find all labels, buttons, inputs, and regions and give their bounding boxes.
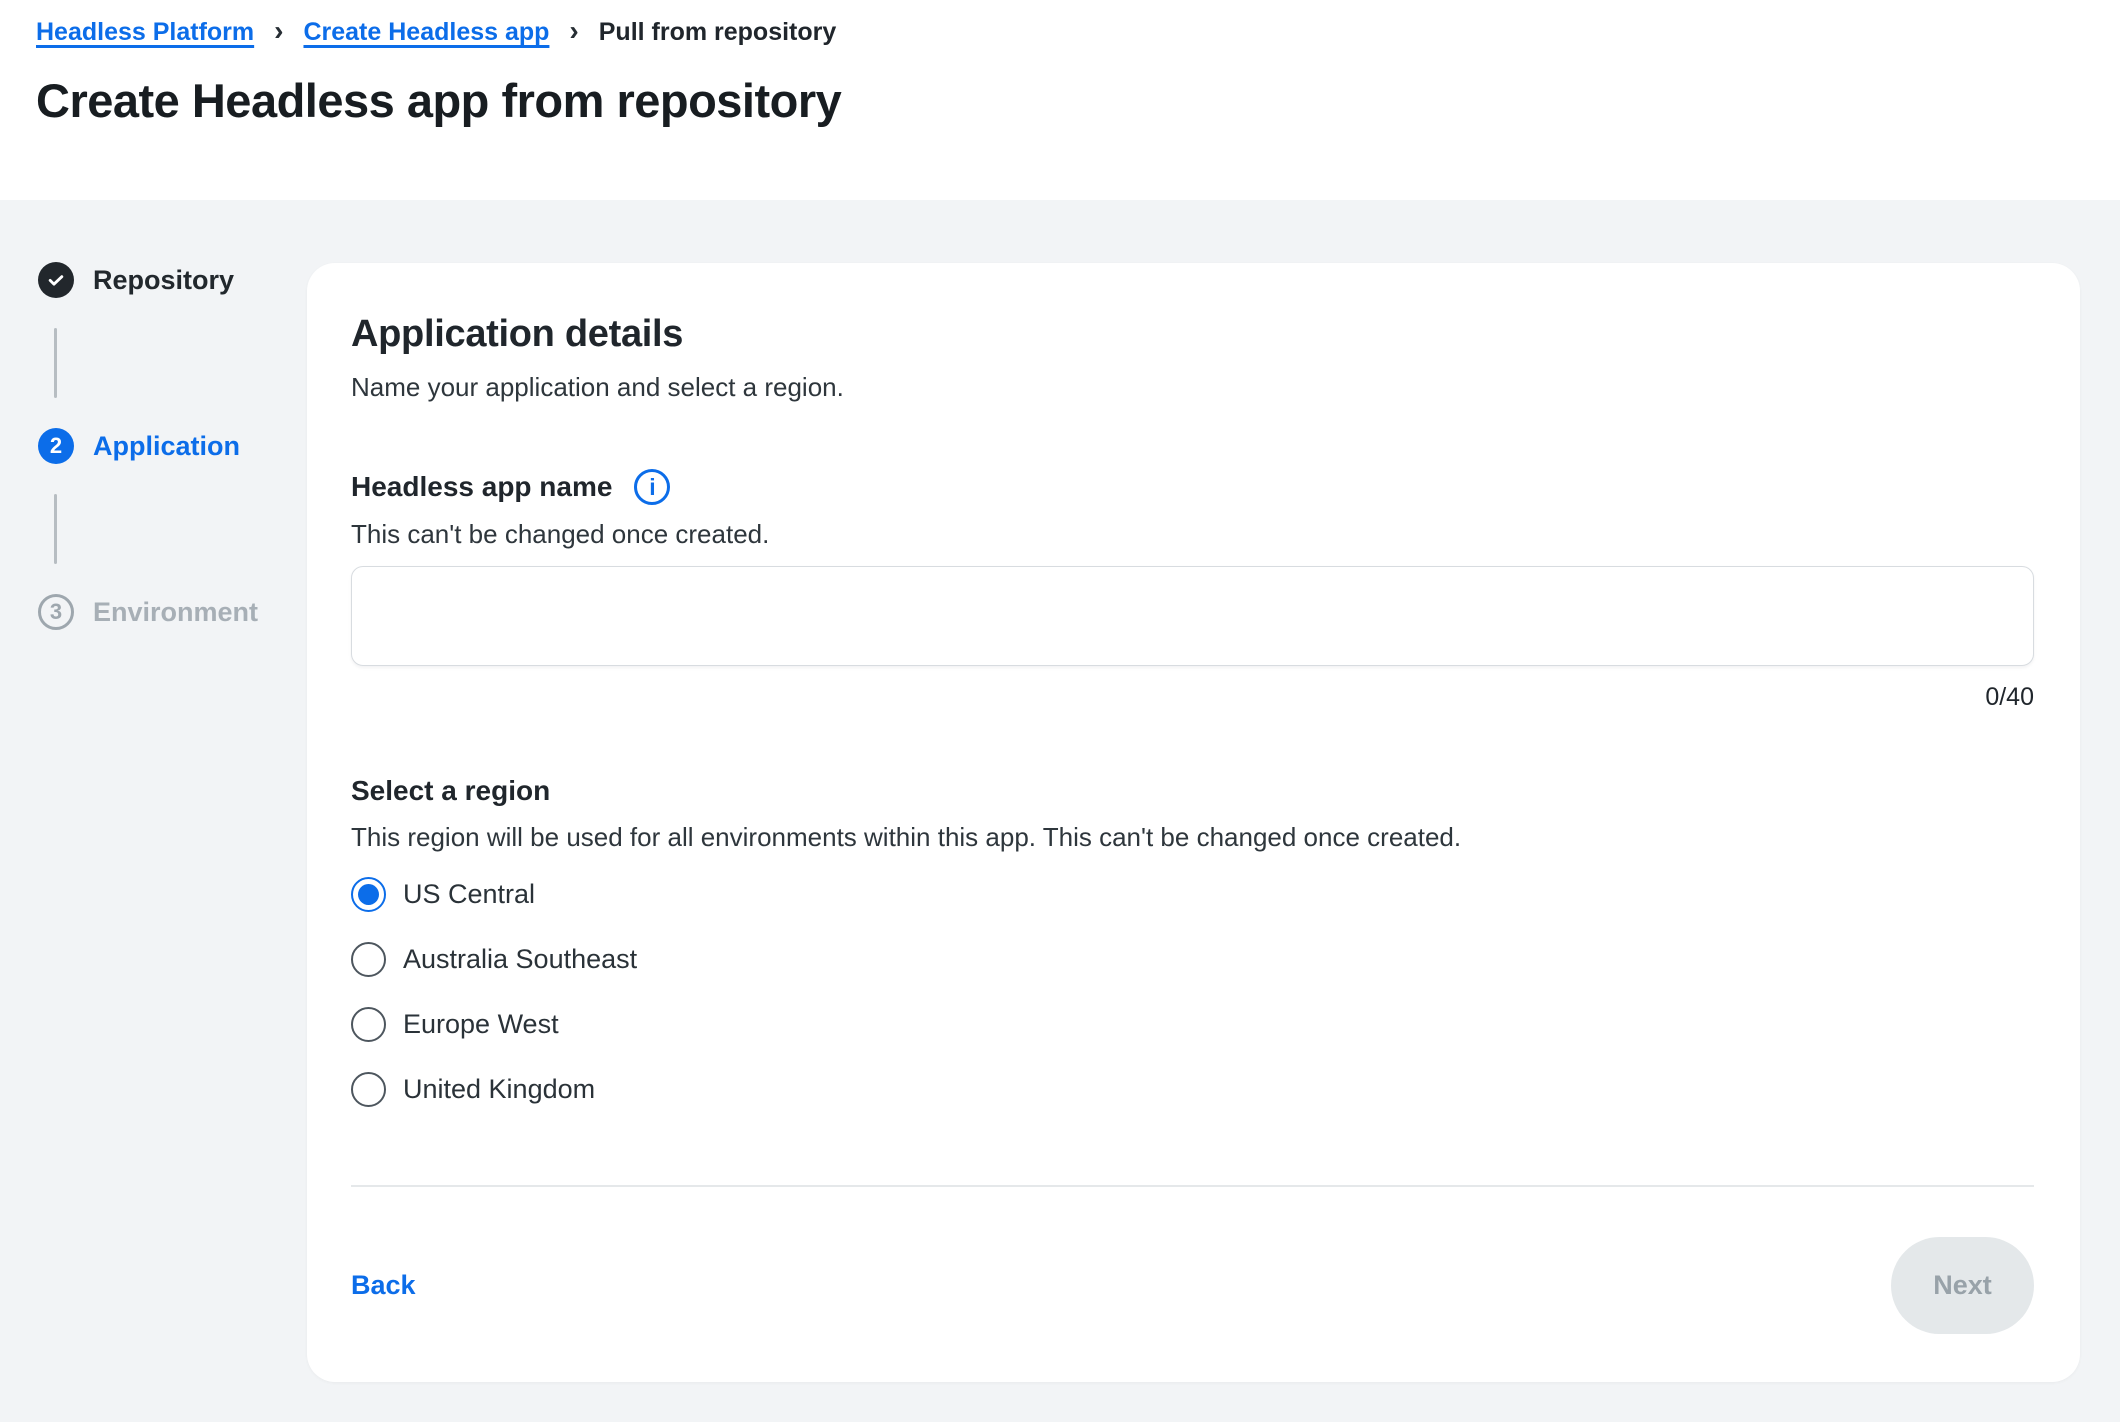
stepper-connector [54, 328, 57, 398]
step-complete-check-icon [38, 262, 74, 298]
character-counter: 0/40 [351, 682, 2034, 712]
next-button[interactable]: Next [1891, 1237, 2034, 1334]
page-title: Create Headless app from repository [36, 73, 2080, 128]
radio-option-us-central[interactable]: US Central [351, 877, 2034, 912]
application-details-card: Application details Name your applicatio… [307, 263, 2080, 1382]
app-name-label: Headless app name [351, 471, 612, 503]
breadcrumb-link-create-headless-app[interactable]: Create Headless app [303, 18, 549, 47]
card-subheading: Name your application and select a regio… [351, 372, 2034, 403]
radio-button-icon[interactable] [351, 1072, 386, 1107]
stepper-item-label: Environment [93, 597, 258, 628]
card-heading: Application details [351, 313, 2034, 356]
radio-button-icon[interactable] [351, 1007, 386, 1042]
radio-option-label: Europe West [403, 1009, 559, 1040]
page-header: Headless Platform › Create Headless app … [0, 0, 2120, 200]
breadcrumb-link-headless-platform[interactable]: Headless Platform [36, 18, 254, 47]
card-footer: Back Next [351, 1237, 2034, 1334]
radio-option-australia-southeast[interactable]: Australia Southeast [351, 942, 2034, 977]
radio-option-label: US Central [403, 879, 535, 910]
stepper-item-application[interactable]: 2 Application [38, 428, 307, 464]
stepper-connector [54, 494, 57, 564]
breadcrumb: Headless Platform › Create Headless app … [36, 18, 2080, 47]
radio-option-label: United Kingdom [403, 1074, 595, 1105]
step-number-badge: 2 [38, 428, 74, 464]
radio-button-icon[interactable] [351, 942, 386, 977]
wizard-stepper: Repository 2 Application 3 Environment [0, 200, 307, 630]
app-name-helper-text: This can't be changed once created. [351, 519, 2034, 550]
content-area: Repository 2 Application 3 Environment A… [0, 200, 2120, 1422]
stepper-item-label: Repository [93, 265, 234, 296]
region-description: This region will be used for all environ… [351, 822, 2034, 853]
chevron-right-icon: › [569, 17, 578, 45]
footer-divider [351, 1185, 2034, 1187]
radio-option-europe-west[interactable]: Europe West [351, 1007, 2034, 1042]
chevron-right-icon: › [274, 17, 283, 45]
stepper-item-environment: 3 Environment [38, 594, 307, 630]
page: Headless Platform › Create Headless app … [0, 0, 2120, 1422]
breadcrumb-current: Pull from repository [599, 18, 837, 47]
info-icon[interactable]: i [634, 469, 670, 505]
region-radio-group: US Central Australia Southeast Europe We… [351, 877, 2034, 1107]
radio-option-label: Australia Southeast [403, 944, 637, 975]
app-name-input[interactable] [351, 566, 2034, 666]
radio-option-united-kingdom[interactable]: United Kingdom [351, 1072, 2034, 1107]
stepper-item-repository[interactable]: Repository [38, 262, 307, 298]
stepper-item-label: Application [93, 431, 240, 462]
region-section-label: Select a region [351, 774, 2034, 808]
app-name-label-row: Headless app name i [351, 469, 2034, 505]
step-number-badge: 3 [38, 594, 74, 630]
radio-button-icon[interactable] [351, 877, 386, 912]
back-button[interactable]: Back [351, 1270, 416, 1301]
